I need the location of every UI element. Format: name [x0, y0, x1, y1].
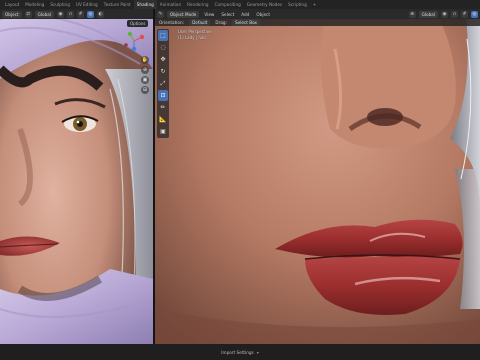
- tab-compositing[interactable]: Compositing: [212, 0, 244, 9]
- left-render-image: [0, 9, 153, 344]
- transform-dropdown[interactable]: Global: [34, 10, 54, 18]
- tab-animation[interactable]: Animation: [157, 0, 184, 9]
- proportional-editing-icon[interactable]: ◎: [87, 10, 94, 18]
- annotate-icon[interactable]: ✏: [158, 102, 168, 113]
- drag-label: Drag:: [215, 20, 227, 25]
- tab-uv-editing[interactable]: UV Editing: [73, 0, 101, 9]
- orientation-label: Orientation:: [159, 20, 185, 25]
- tab-modeling[interactable]: Modeling: [22, 0, 47, 9]
- rotate-icon[interactable]: ↻: [158, 66, 168, 77]
- transform-icon[interactable]: ⊡: [158, 90, 168, 101]
- grid-view-icon[interactable]: ⊞: [141, 86, 149, 94]
- scale-icon[interactable]: ⤢: [158, 78, 168, 89]
- cursor-icon[interactable]: ✎: [157, 10, 164, 18]
- select-box-icon[interactable]: ⬚: [158, 30, 168, 41]
- zoom-icon[interactable]: ⊕: [141, 66, 149, 74]
- pivot-icon[interactable]: ◉: [57, 10, 64, 18]
- chevron-down-icon[interactable]: ▾: [257, 350, 259, 355]
- move-icon[interactable]: ✥: [158, 54, 168, 65]
- tab-rendering[interactable]: Rendering: [184, 0, 211, 9]
- add-workspace-button[interactable]: +: [310, 0, 320, 9]
- mode-dropdown[interactable]: Object Mode: [167, 10, 200, 18]
- pivot-icon[interactable]: ◉: [441, 10, 448, 18]
- drag-dropdown[interactable]: Select Box: [231, 19, 261, 26]
- grid-icon[interactable]: #: [77, 10, 84, 18]
- orientation-dropdown[interactable]: Default: [189, 19, 211, 26]
- navigation-gizmo[interactable]: [123, 30, 145, 52]
- menu-add[interactable]: Add: [239, 12, 251, 17]
- options-button[interactable]: Options: [127, 19, 149, 27]
- magnet-icon[interactable]: ∩: [67, 10, 74, 18]
- right-viewport[interactable]: [155, 9, 480, 344]
- viewport-divider[interactable]: [153, 9, 155, 344]
- cursor-tool-icon[interactable]: ◌: [158, 42, 168, 53]
- menu-object[interactable]: Object: [254, 12, 272, 17]
- menu-view[interactable]: View: [202, 12, 216, 17]
- tool-shelf: ⬚ ◌ ✥ ↻ ⤢ ⊡ ✏ 📐 ▣: [157, 29, 169, 138]
- proportional-editing-icon[interactable]: ◎: [471, 10, 478, 18]
- tab-layout[interactable]: Layout: [2, 0, 22, 9]
- transform-dropdown[interactable]: Global: [418, 10, 438, 18]
- grid-icon[interactable]: #: [461, 10, 468, 18]
- left-viewport-header: Object ⇄ Global ◉ ∩ # ◎ ◐: [0, 9, 153, 19]
- tab-scripting[interactable]: Scripting: [285, 0, 310, 9]
- measure-icon[interactable]: 📐: [158, 114, 168, 125]
- add-cube-icon[interactable]: ▣: [158, 126, 168, 137]
- camera-icon[interactable]: ▣: [141, 76, 149, 84]
- tool-settings-bar: Orientation: Default Drag: Select Box: [155, 19, 480, 26]
- tab-geometry-nodes[interactable]: Geometry Nodes: [244, 0, 285, 9]
- active-object: (1) Lady | hair: [178, 35, 207, 40]
- magnet-icon[interactable]: ∩: [451, 10, 458, 18]
- mode-dropdown[interactable]: Object: [2, 10, 22, 18]
- tab-texture-paint[interactable]: Texture Paint: [101, 0, 134, 9]
- left-viewport[interactable]: [0, 9, 153, 344]
- right-viewport-header: ✎ Object Mode View Select Add Object ⊕ G…: [155, 9, 480, 19]
- orientation-icon[interactable]: ⇄: [24, 10, 32, 18]
- viewport-info: User Perspective (1) Lady | hair: [178, 29, 212, 41]
- left-options-bar: Options: [127, 19, 153, 27]
- eye-icon[interactable]: ◐: [97, 10, 104, 18]
- topbar-spacer: [464, 0, 480, 9]
- hand-icon[interactable]: ✋: [141, 56, 149, 64]
- status-text[interactable]: Import Settings: [221, 350, 253, 355]
- workspace-tabs: Layout Modeling Sculpting UV Editing Tex…: [0, 0, 480, 9]
- globe-icon[interactable]: ⊕: [408, 10, 416, 18]
- right-render-image: [155, 9, 480, 344]
- tab-shading[interactable]: Shading: [133, 0, 157, 9]
- tab-sculpting[interactable]: Sculpting: [47, 0, 73, 9]
- menu-select[interactable]: Select: [219, 12, 236, 17]
- status-bar: Import Settings ▾: [0, 344, 480, 360]
